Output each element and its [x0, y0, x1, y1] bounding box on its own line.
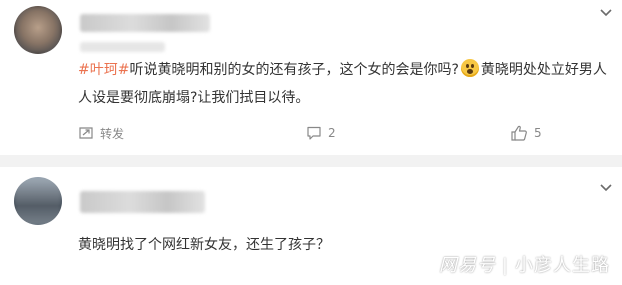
forward-label: 转发 [100, 126, 125, 141]
avatar[interactable] [14, 6, 62, 54]
username-redacted[interactable] [80, 14, 210, 32]
forward-icon [79, 127, 93, 139]
comment-card: #叶珂#听说黄晓明和别的女的还有孩子，这个女的会是你吗? 黄晓明处处立好男人人设是… [0, 0, 622, 155]
watermark-brand: 网易号 [438, 255, 496, 276]
action-bar: 转发 2 5 [0, 122, 622, 144]
shocked-face-icon [460, 59, 479, 77]
comment-icon [307, 126, 321, 140]
post-meta-redacted [80, 42, 165, 52]
watermark-author: 小彦人生路 [515, 255, 610, 276]
watermark-separator: | [501, 255, 509, 276]
username-redacted[interactable] [80, 191, 205, 213]
comment-count: 2 [328, 126, 336, 140]
hashtag-link[interactable]: #叶珂# [78, 62, 129, 78]
chevron-down-icon[interactable] [598, 181, 614, 197]
avatar[interactable] [14, 177, 62, 225]
comment-text-part1: 听说黄晓明和别的女的还有孩子，这个女的会是你吗? [129, 62, 459, 78]
like-count: 5 [534, 126, 542, 140]
divider [0, 155, 622, 167]
forward-button[interactable]: 转发 [78, 122, 124, 144]
comment-button[interactable]: 2 [306, 122, 336, 144]
like-button[interactable]: 5 [510, 122, 542, 144]
chevron-down-icon[interactable] [598, 6, 614, 22]
watermark: 网易号 | 小彦人生路 [439, 251, 610, 277]
thumbs-up-icon [511, 125, 527, 141]
comment-text: #叶珂#听说黄晓明和别的女的还有孩子，这个女的会是你吗? 黄晓明处处立好男人人设是… [78, 56, 608, 112]
